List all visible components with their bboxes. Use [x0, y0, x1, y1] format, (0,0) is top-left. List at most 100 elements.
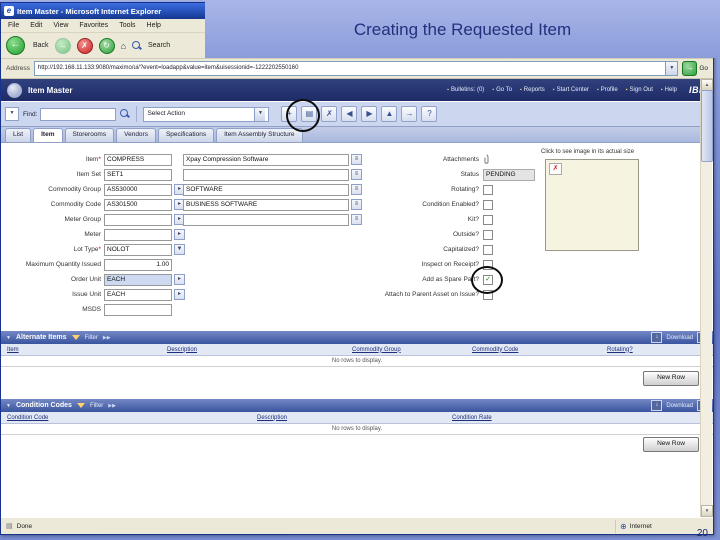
nav-start-center[interactable]: ▪ Start Center	[553, 87, 589, 93]
tab-specifications[interactable]: Specifications	[157, 128, 215, 142]
menu-tools[interactable]: Tools	[119, 22, 135, 29]
go-button[interactable]: → Go	[682, 61, 708, 76]
item-description-input[interactable]: Xpay Compression Software	[183, 153, 349, 166]
lot-type-select-icon[interactable]: ▼	[174, 244, 185, 255]
menu-edit[interactable]: Edit	[30, 22, 42, 29]
paperclip-icon[interactable]	[483, 154, 490, 165]
search-label[interactable]: Search	[148, 42, 170, 49]
collapse-icon[interactable]: ▼	[6, 335, 11, 341]
field-row-msds: MSDS	[1, 303, 172, 316]
nav-profile[interactable]: ▪ Profile	[597, 87, 618, 93]
address-label: Address	[6, 65, 30, 72]
address-dropdown-icon[interactable]: ▼	[666, 61, 679, 76]
next-record-icon[interactable]: ▶	[361, 106, 378, 122]
kit-checkbox[interactable]	[483, 214, 493, 225]
filter-label[interactable]: Filter	[85, 335, 98, 341]
app-logo-icon	[7, 82, 22, 98]
route-workflow-icon[interactable]: →	[401, 106, 418, 122]
query-dropdown-icon[interactable]: ▼	[5, 107, 19, 121]
max-quantity-input[interactable]: 1.00	[104, 258, 172, 271]
nav-bulletins[interactable]: ▪ Bulletins: (0)	[447, 87, 484, 93]
download-label[interactable]: Download	[666, 335, 693, 341]
refresh-button[interactable]: ↻	[98, 37, 115, 54]
capitalized-checkbox[interactable]	[483, 244, 493, 255]
meter-lookup-icon[interactable]: ▸	[174, 229, 185, 240]
select-action-dropdown[interactable]: Select Action ▼	[143, 106, 270, 122]
scrollbar-thumb[interactable]	[701, 90, 713, 162]
order-unit-input[interactable]: EACH	[104, 273, 172, 286]
nav-help[interactable]: ▪ Help	[661, 87, 677, 93]
item-input[interactable]: COMPRESS	[104, 153, 172, 166]
commodity-group-input[interactable]: AS530000	[104, 183, 172, 196]
tab-item[interactable]: Item	[33, 128, 63, 142]
filter-icon[interactable]	[71, 335, 80, 340]
stop-button[interactable]: ✗	[76, 37, 93, 54]
order-unit-lookup-icon[interactable]: ▸	[174, 274, 185, 285]
col-condition-code[interactable]: Condition Code	[7, 415, 257, 421]
vertical-scrollbar[interactable]: ▲ ▼	[700, 79, 713, 517]
expand-filter-icon[interactable]: ▶▶	[103, 335, 111, 341]
lot-type-input[interactable]: NOLOT	[104, 243, 172, 256]
condition-codes-new-row-button[interactable]: New Row	[643, 437, 699, 452]
outside-checkbox[interactable]	[483, 229, 493, 240]
issue-unit-input[interactable]: EACH	[104, 288, 172, 301]
home-button[interactable]: ⌂	[121, 39, 126, 53]
menu-view[interactable]: View	[53, 22, 68, 29]
menu-favorites[interactable]: Favorites	[79, 22, 108, 29]
col-description[interactable]: Description	[167, 347, 352, 353]
back-label[interactable]: Back	[33, 42, 49, 49]
expand-filter-icon-2[interactable]: ▶▶	[108, 403, 116, 409]
meter-group-desc-input[interactable]	[183, 213, 349, 226]
nav-go-to[interactable]: ▪ Go To	[492, 87, 512, 93]
menu-help[interactable]: Help	[147, 22, 161, 29]
condition-codes-title: Condition Codes	[15, 402, 72, 409]
download-label-2[interactable]: Download	[666, 403, 693, 409]
image-caption: Click to see image in its actual size	[541, 149, 635, 155]
forward-button[interactable]: →	[54, 37, 71, 54]
tab-item-assembly-structure[interactable]: Item Assembly Structure	[216, 128, 303, 142]
item-image-placeholder[interactable]: ✗	[545, 159, 639, 251]
toolbar-help-icon[interactable]: ?	[421, 106, 438, 122]
col-rotating[interactable]: Rotating?	[607, 347, 633, 353]
menu-file[interactable]: File	[8, 22, 19, 29]
previous-record-icon[interactable]: ◀	[341, 106, 358, 122]
kit-row: Kit?	[339, 213, 493, 226]
search-icon[interactable]	[132, 40, 142, 51]
meter-group-input[interactable]	[104, 213, 172, 226]
back-button[interactable]: ←	[6, 36, 25, 55]
tab-list[interactable]: List	[5, 128, 32, 142]
tab-vendors[interactable]: Vendors	[116, 128, 156, 142]
change-status-icon[interactable]: ▲	[381, 106, 398, 122]
msds-input[interactable]	[104, 303, 172, 316]
rotating-checkbox[interactable]	[483, 184, 493, 195]
meter-input[interactable]	[104, 228, 172, 241]
commodity-group-desc-input[interactable]: SOFTWARE	[183, 183, 349, 196]
address-input[interactable]: http://192.168.11.133:9080/maximo/ui/?ev…	[33, 61, 667, 76]
col-commodity-code[interactable]: Commodity Code	[472, 347, 607, 353]
status-label: Status	[460, 171, 479, 178]
find-search-icon[interactable]	[120, 109, 131, 119]
tab-storerooms[interactable]: Storerooms	[64, 128, 115, 142]
commodity-code-input[interactable]: AS301500	[104, 198, 172, 211]
download-icon[interactable]: ↓	[651, 332, 663, 343]
alternate-items-new-row-button[interactable]: New Row	[643, 371, 699, 386]
collapse-icon-2[interactable]: ▼	[6, 403, 11, 409]
commodity-code-desc-input[interactable]: BUSINESS SOFTWARE	[183, 198, 349, 211]
item-set-input[interactable]: SET1	[104, 168, 172, 181]
col-item[interactable]: Item	[7, 347, 167, 353]
field-row-item: Item* COMPRESS	[1, 153, 172, 166]
issue-unit-lookup-icon[interactable]: ▸	[174, 289, 185, 300]
col-description-2[interactable]: Description	[257, 415, 452, 421]
find-input[interactable]	[40, 107, 117, 121]
download-icon-2[interactable]: ↓	[651, 400, 663, 411]
col-commodity-group[interactable]: Commodity Group	[352, 347, 472, 353]
filter-icon-2[interactable]	[76, 403, 85, 408]
filter-label-2[interactable]: Filter	[90, 403, 103, 409]
description-input-2[interactable]	[183, 168, 349, 181]
scroll-down-icon[interactable]: ▼	[701, 505, 713, 517]
condition-enabled-checkbox[interactable]	[483, 199, 493, 210]
nav-reports[interactable]: ▪ Reports	[520, 87, 545, 93]
clear-changes-icon[interactable]: ✗	[321, 106, 338, 122]
col-condition-rate[interactable]: Condition Rate	[452, 415, 492, 421]
nav-sign-out[interactable]: ▪ Sign Out	[626, 87, 653, 93]
